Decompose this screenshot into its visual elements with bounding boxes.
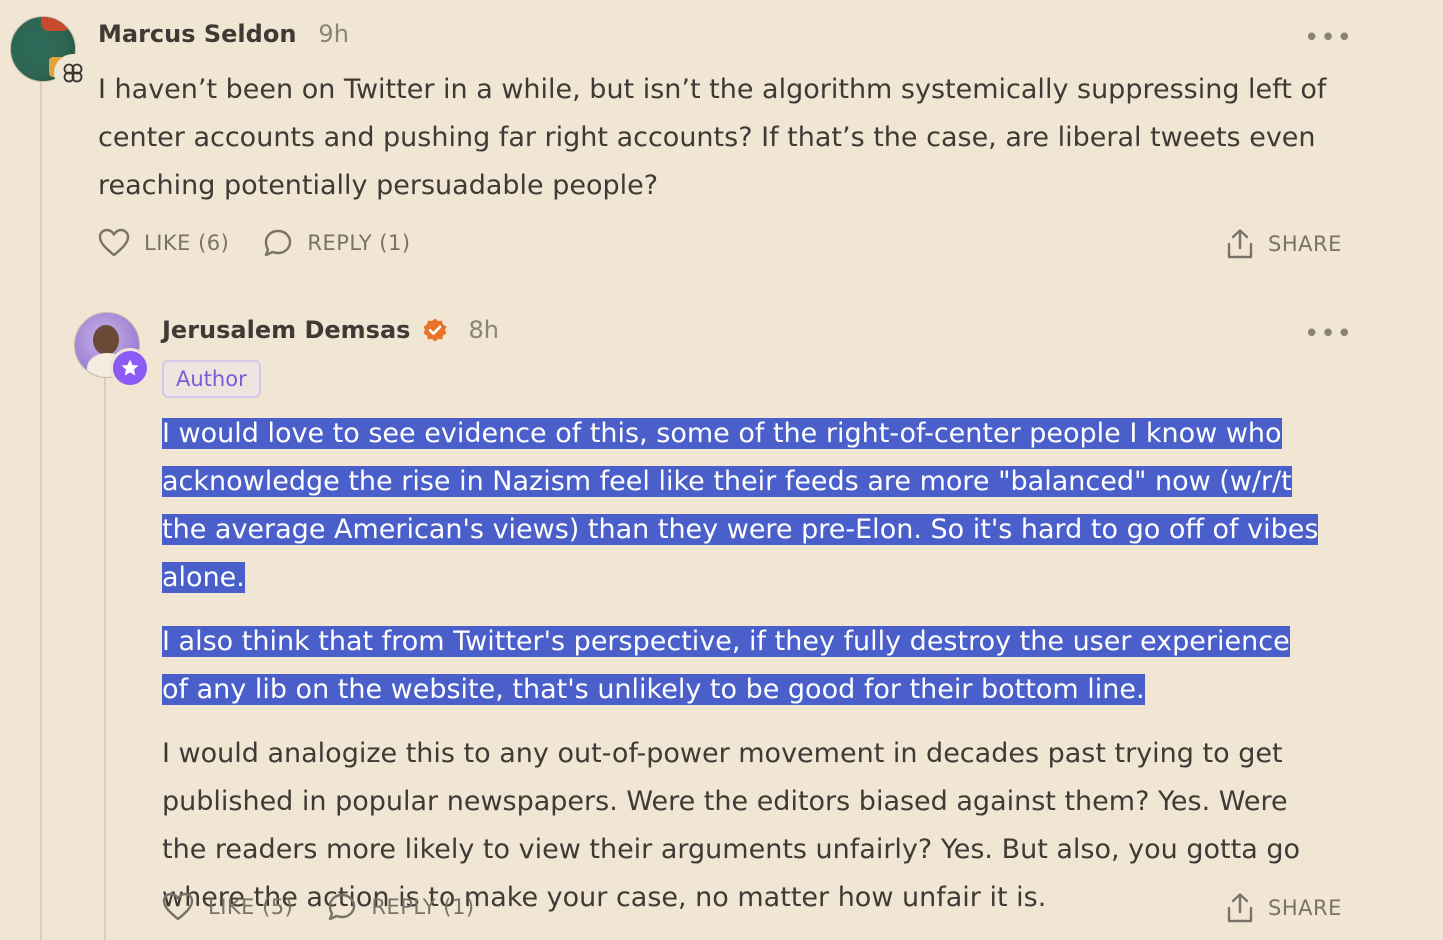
more-dots-icon[interactable]: •••	[1304, 25, 1353, 51]
comment-paragraph-highlighted: I would love to see evidence of this, so…	[162, 410, 1332, 602]
like-button[interactable]: LIKE (5)	[162, 892, 293, 922]
reply-label: REPLY (1)	[371, 895, 475, 919]
reply-button[interactable]: REPLY (1)	[263, 228, 410, 258]
comment-paragraph: I haven’t been on Twitter in a while, bu…	[98, 74, 1327, 201]
avatar-marcus[interactable]	[10, 16, 92, 92]
share-label: SHARE	[1268, 232, 1342, 256]
comment-actions: LIKE (6) REPLY (1)	[98, 228, 411, 258]
substack-logo-badge	[54, 54, 92, 92]
avatar-jerusalem[interactable]	[74, 312, 150, 388]
share-label: SHARE	[1268, 896, 1342, 920]
share-upload-icon	[1227, 229, 1253, 259]
thread-line-inner	[104, 378, 106, 940]
timestamp[interactable]: 8h	[468, 316, 498, 344]
comment-body: I haven’t been on Twitter in a while, bu…	[98, 66, 1328, 210]
author-name[interactable]: Jerusalem Demsas	[162, 316, 410, 344]
share-button[interactable]: SHARE	[1226, 228, 1342, 260]
comment-actions: LIKE (5) REPLY (1)	[162, 892, 475, 922]
timestamp[interactable]: 9h	[318, 20, 348, 48]
like-label: LIKE (5)	[208, 895, 294, 919]
highlighted-text: I would love to see evidence of this, so…	[162, 418, 1319, 593]
like-label: LIKE (6)	[144, 231, 230, 255]
author-name[interactable]: Marcus Seldon	[98, 20, 296, 48]
like-button[interactable]: LIKE (6)	[98, 228, 229, 258]
reply-label: REPLY (1)	[307, 231, 411, 255]
heart-icon	[162, 892, 194, 921]
comment-header: Jerusalem Demsas 8h	[162, 316, 499, 344]
speech-bubble-icon	[329, 893, 356, 921]
more-dots-icon[interactable]: •••	[1304, 321, 1353, 347]
share-upload-icon	[1227, 893, 1253, 923]
heart-icon	[98, 228, 130, 257]
verified-check-icon	[422, 317, 448, 343]
comment-header: Marcus Seldon 9h	[98, 20, 349, 48]
reply-button[interactable]: REPLY (1)	[327, 892, 474, 922]
speech-bubble-icon	[265, 229, 292, 257]
highlighted-text: I also think that from Twitter's perspec…	[162, 626, 1290, 705]
share-button[interactable]: SHARE	[1226, 892, 1342, 924]
author-tag: Author	[162, 360, 261, 398]
star-badge-icon	[110, 348, 150, 388]
thread-line-outer	[40, 80, 42, 940]
comment-paragraph-highlighted: I also think that from Twitter's perspec…	[162, 618, 1302, 714]
comment-body: I would love to see evidence of this, so…	[162, 410, 1332, 922]
